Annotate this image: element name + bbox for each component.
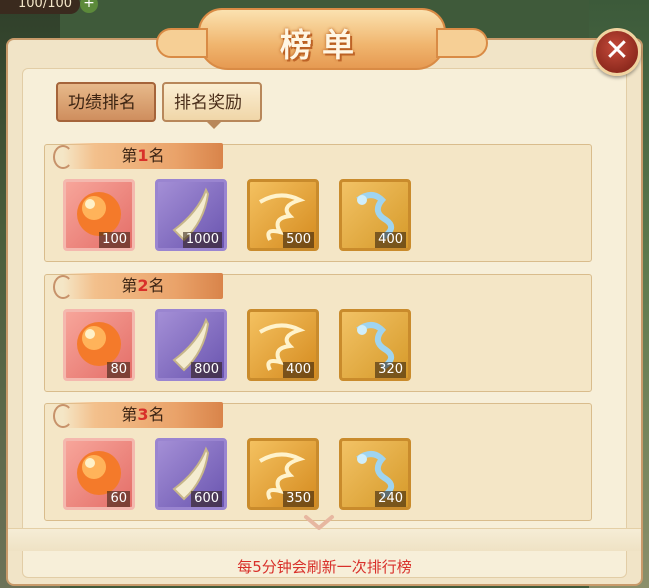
resource-counter-value: 100/100 <box>18 0 73 11</box>
reward-count: 320 <box>375 362 406 378</box>
tab-pointer-icon <box>206 121 222 129</box>
reward-item[interactable]: 400 <box>247 309 319 381</box>
reward-item[interactable]: 80 <box>63 309 135 381</box>
resource-counter: 100/100 + <box>0 0 99 14</box>
reward-count: 400 <box>375 232 406 248</box>
reward-item[interactable]: 240 <box>339 438 411 510</box>
curl-ornament-icon <box>53 404 73 428</box>
reward-item[interactable]: 800 <box>155 309 227 381</box>
reward-item[interactable]: 500 <box>247 179 319 251</box>
add-resource-button[interactable]: + <box>80 0 99 13</box>
reward-item[interactable]: 60 <box>63 438 135 510</box>
panel-title: 榜单 <box>279 26 364 64</box>
reward-count: 500 <box>283 232 314 248</box>
reward-item[interactable]: 320 <box>339 309 411 381</box>
tab-merit-ranking[interactable]: 功绩排名 <box>56 82 156 122</box>
scroll-down-chevron-icon[interactable] <box>302 514 336 532</box>
tab-label: 排名奖励 <box>174 93 242 113</box>
curl-ornament-icon <box>53 275 73 299</box>
rank-label: 第2名 <box>53 273 223 299</box>
reward-count: 60 <box>107 491 130 507</box>
reward-count: 240 <box>375 491 406 507</box>
reward-count: 1000 <box>182 232 222 248</box>
rank-section-1: 第1名 100 1000 500 400 <box>44 143 592 262</box>
rank-label: 第1名 <box>53 143 223 169</box>
tab-ranking-rewards[interactable]: 排名奖励 <box>162 82 262 129</box>
title-banner: 榜单 <box>156 8 488 70</box>
close-icon: ✕ <box>604 33 630 68</box>
reward-item[interactable]: 600 <box>155 438 227 510</box>
rank-section-3: 第3名 60 600 350 240 <box>44 402 592 521</box>
reward-count: 400 <box>283 362 314 378</box>
reward-count: 350 <box>283 491 314 507</box>
rank-label: 第3名 <box>53 402 223 428</box>
curl-ornament-icon <box>53 145 73 169</box>
reward-item[interactable]: 100 <box>63 179 135 251</box>
reward-count: 80 <box>107 362 130 378</box>
reward-item[interactable]: 400 <box>339 179 411 251</box>
reward-count: 600 <box>191 491 222 507</box>
close-button[interactable]: ✕ <box>593 28 641 76</box>
reward-count: 800 <box>191 362 222 378</box>
reward-item[interactable]: 350 <box>247 438 319 510</box>
reward-count: 100 <box>99 232 130 248</box>
reward-item[interactable]: 1000 <box>155 179 227 251</box>
refresh-notice: 每5分钟会刷新一次排行榜 <box>237 558 412 576</box>
rank-section-2: 第2名 80 800 400 320 <box>44 273 592 392</box>
tab-label: 功绩排名 <box>68 93 136 113</box>
